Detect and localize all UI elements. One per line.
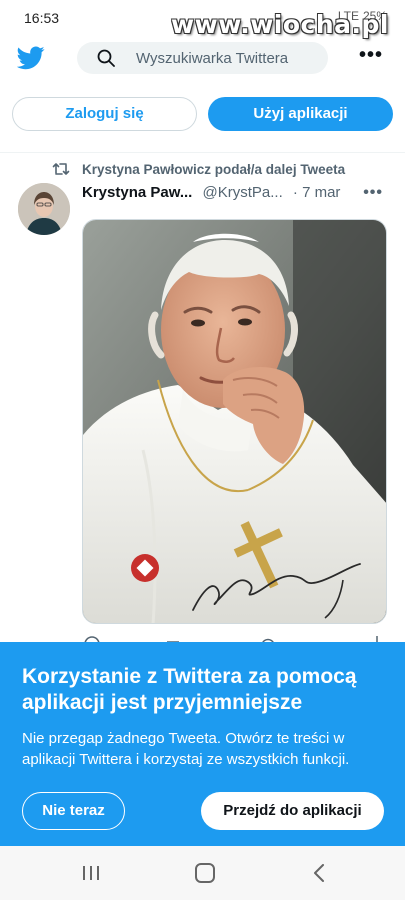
top-nav: Wyszukiwarka Twittera ••• — [0, 36, 405, 82]
divider — [0, 152, 405, 153]
app-promo-sheet: Korzystanie z Twittera za pomocą aplikac… — [0, 642, 405, 846]
avatar[interactable] — [18, 183, 70, 235]
promo-description: Nie przegap żadnego Tweeta. Otwórz te tr… — [22, 730, 350, 768]
home-icon[interactable] — [195, 863, 215, 883]
retweet-icon — [52, 163, 70, 175]
twitter-logo-icon[interactable] — [17, 46, 45, 70]
search-input[interactable]: Wyszukiwarka Twittera — [77, 42, 328, 74]
tweet-more-icon[interactable]: ••• — [363, 185, 383, 201]
back-icon[interactable] — [312, 864, 326, 882]
author-handle[interactable]: @KrystPa... — [203, 184, 283, 201]
watermark: www.wiocha.pl — [171, 10, 389, 39]
login-button[interactable]: Zaloguj się — [12, 97, 197, 131]
recents-icon[interactable] — [82, 865, 100, 881]
more-horizontal-icon[interactable]: ••• — [359, 45, 383, 65]
retweet-context: Krystyna Pawłowicz podał/a dalej Tweeta — [52, 161, 345, 177]
search-placeholder: Wyszukiwarka Twittera — [136, 50, 289, 67]
open-app-button[interactable]: Przejdź do aplikacji — [201, 792, 384, 830]
system-nav-bar — [0, 846, 405, 900]
search-icon — [97, 49, 115, 67]
status-bar: 16:53 LTE 25% www.wiocha.pl — [0, 0, 405, 39]
status-time: 16:53 — [24, 10, 60, 26]
tweet-photo[interactable] — [82, 219, 387, 624]
author-name[interactable]: Krystyna Paw... — [82, 184, 192, 201]
not-now-button[interactable]: Nie teraz — [22, 792, 125, 830]
use-app-button[interactable]: Użyj aplikacji — [208, 97, 393, 131]
tweet-date[interactable]: · 7 mar — [293, 184, 341, 201]
tweet-header: Krystyna Paw... @KrystPa... · 7 mar — [82, 184, 362, 201]
promo-title: Korzystanie z Twittera za pomocą aplikac… — [22, 665, 357, 714]
retweet-label[interactable]: Krystyna Pawłowicz podał/a dalej Tweeta — [82, 162, 345, 177]
